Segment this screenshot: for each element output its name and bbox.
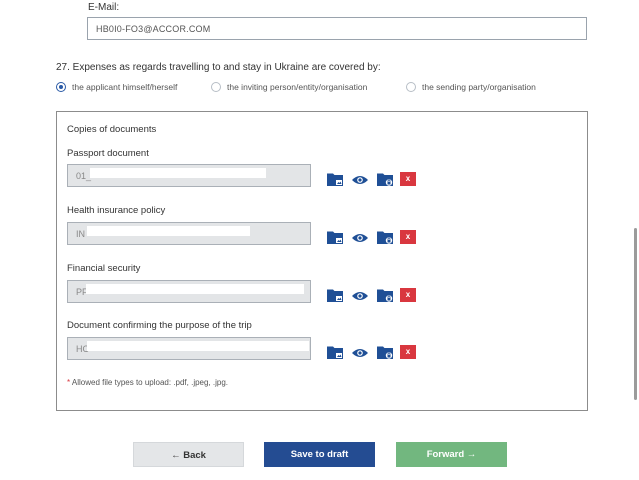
redacted-area — [87, 341, 309, 351]
radio-label-applicant: the applicant himself/herself — [72, 82, 178, 92]
purpose-file-field[interactable]: HC — [67, 337, 311, 360]
radio-applicant[interactable]: the applicant himself/herself — [56, 80, 177, 94]
eye-icon[interactable] — [352, 173, 368, 191]
back-button[interactable]: ← Back — [133, 442, 244, 467]
hint-text: Allowed file types to upload: .pdf, .jpe… — [71, 378, 229, 387]
forward-button[interactable]: Forward → — [396, 442, 507, 467]
radio-button[interactable] — [211, 82, 221, 92]
passport-file-field[interactable]: 01_ — [67, 164, 311, 187]
email-field[interactable]: HB0I0-FO3@ACCOR.COM — [87, 17, 587, 40]
radio-button-checked[interactable] — [56, 82, 66, 92]
redacted-area — [87, 226, 250, 236]
financial-label: Financial security — [67, 263, 141, 274]
redacted-area — [86, 284, 304, 294]
folder-image-icon[interactable] — [327, 230, 343, 249]
expenses-question: 27. Expenses as regards travelling to an… — [56, 62, 381, 73]
save-draft-button[interactable]: Save to draft — [264, 442, 375, 467]
folder-lock-icon[interactable] — [377, 230, 393, 249]
radio-label-sending: the sending party/organisation — [422, 82, 536, 92]
eye-icon[interactable] — [352, 231, 368, 249]
redacted-area — [90, 168, 266, 178]
hint-star: * — [67, 378, 71, 387]
radio-inviting[interactable]: the inviting person/entity/organisation — [211, 80, 367, 94]
eye-icon[interactable] — [352, 289, 368, 307]
delete-button[interactable]: x — [400, 172, 416, 186]
radio-sending[interactable]: the sending party/organisation — [406, 80, 536, 94]
file-types-hint: * Allowed file types to upload: .pdf, .j… — [67, 378, 228, 387]
financial-file-field[interactable]: PF — [67, 280, 311, 303]
delete-button[interactable]: x — [400, 288, 416, 302]
email-label: E-Mail: — [88, 2, 120, 13]
passport-file-value: 01_ — [76, 171, 92, 181]
folder-lock-icon[interactable] — [377, 345, 393, 364]
insurance-label: Health insurance policy — [67, 205, 166, 216]
delete-button[interactable]: x — [400, 230, 416, 244]
insurance-file-field[interactable]: IN — [67, 222, 311, 245]
eye-icon[interactable] — [352, 346, 368, 364]
folder-lock-icon[interactable] — [377, 172, 393, 191]
radio-button[interactable] — [406, 82, 416, 92]
delete-button[interactable]: x — [400, 345, 416, 359]
folder-image-icon[interactable] — [327, 288, 343, 307]
passport-label: Passport document — [67, 148, 149, 159]
folder-lock-icon[interactable] — [377, 288, 393, 307]
scrollbar[interactable] — [634, 228, 637, 400]
folder-image-icon[interactable] — [327, 172, 343, 191]
insurance-file-value: IN — [76, 229, 85, 239]
folder-image-icon[interactable] — [327, 345, 343, 364]
radio-label-inviting: the inviting person/entity/organisation — [227, 82, 368, 92]
purpose-label: Document confirming the purpose of the t… — [67, 320, 252, 331]
documents-title: Copies of documents — [67, 124, 157, 135]
